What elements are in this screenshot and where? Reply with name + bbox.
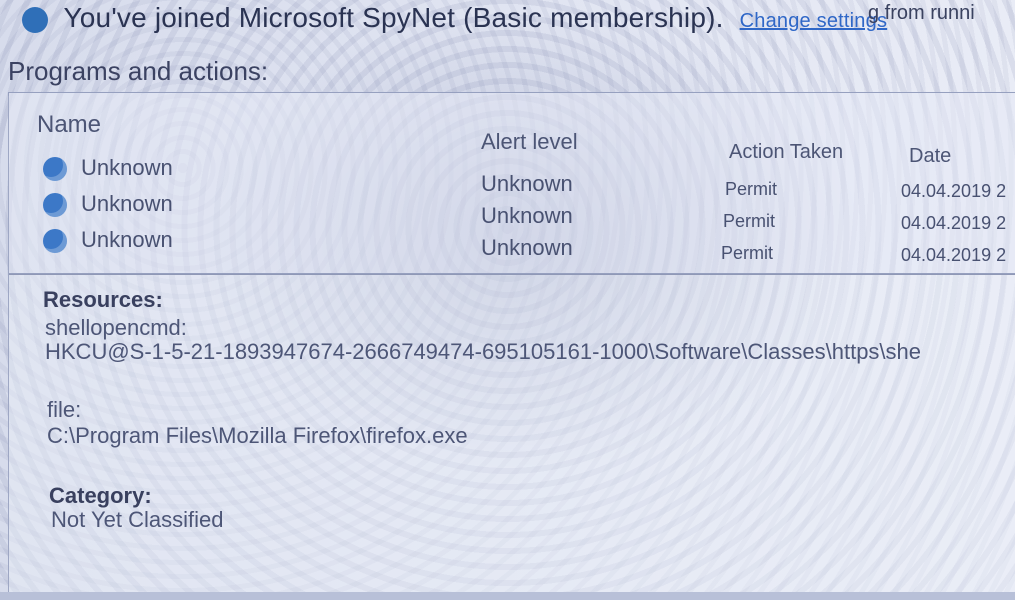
shield-question-icon: [43, 229, 67, 253]
row-1-date: 04.04.2019 2: [901, 181, 1007, 201]
change-settings-link[interactable]: Change settings: [740, 10, 888, 32]
col-alert-level-header[interactable]: Alert level: [481, 129, 578, 155]
row-1-name[interactable]: Unknown: [81, 155, 173, 181]
row-2-alert-level: Unknown: [481, 203, 573, 228]
notice-right-fragment: g from runni: [868, 2, 975, 24]
row-3-action: Permit: [721, 243, 774, 263]
row-1-action: Permit: [725, 179, 778, 199]
col-date-header[interactable]: Date: [909, 145, 951, 168]
category-value: Not Yet Classified: [51, 507, 224, 532]
shield-question-icon: [43, 193, 67, 217]
row-2-date: 04.04.2019 2: [901, 213, 1007, 233]
category-label: Category:: [49, 483, 152, 508]
row-3-name[interactable]: Unknown: [81, 227, 173, 253]
row-1-alert-level: Unknown: [481, 171, 573, 196]
resources-label: Resources:: [43, 287, 163, 312]
row-3-alert-level: Unknown: [481, 235, 573, 260]
col-action-taken-header[interactable]: Action Taken: [729, 141, 843, 164]
resources-key: shellopencmd:: [45, 315, 187, 340]
file-path: C:\Program Files\Mozilla Firefox\firefox…: [47, 423, 468, 448]
row-2-name[interactable]: Unknown: [81, 191, 173, 217]
shield-question-icon: [43, 157, 67, 181]
notice-line: You've joined Microsoft SpyNet (Basic me…: [22, 2, 887, 34]
row-3-date: 04.04.2019 2: [901, 245, 1007, 265]
divider-left: [8, 96, 9, 592]
notice-text: You've joined Microsoft SpyNet (Basic me…: [63, 2, 724, 33]
screen: You've joined Microsoft SpyNet (Basic me…: [0, 0, 1015, 600]
section-title: Programs and actions:: [8, 56, 269, 86]
details-pane: Resources: shellopencmd: HKCU@S-1-5-21-1…: [8, 274, 1015, 593]
info-icon: [22, 6, 48, 33]
resources-path: HKCU@S-1-5-21-1893947674-2666749474-6951…: [45, 339, 922, 364]
bottom-edge: [0, 592, 1015, 600]
file-label: file:: [47, 397, 82, 422]
col-name-header[interactable]: Name: [37, 111, 101, 139]
programs-list[interactable]: Name Alert level Action Taken Date Unkno…: [8, 92, 1015, 274]
row-2-action: Permit: [723, 211, 776, 231]
